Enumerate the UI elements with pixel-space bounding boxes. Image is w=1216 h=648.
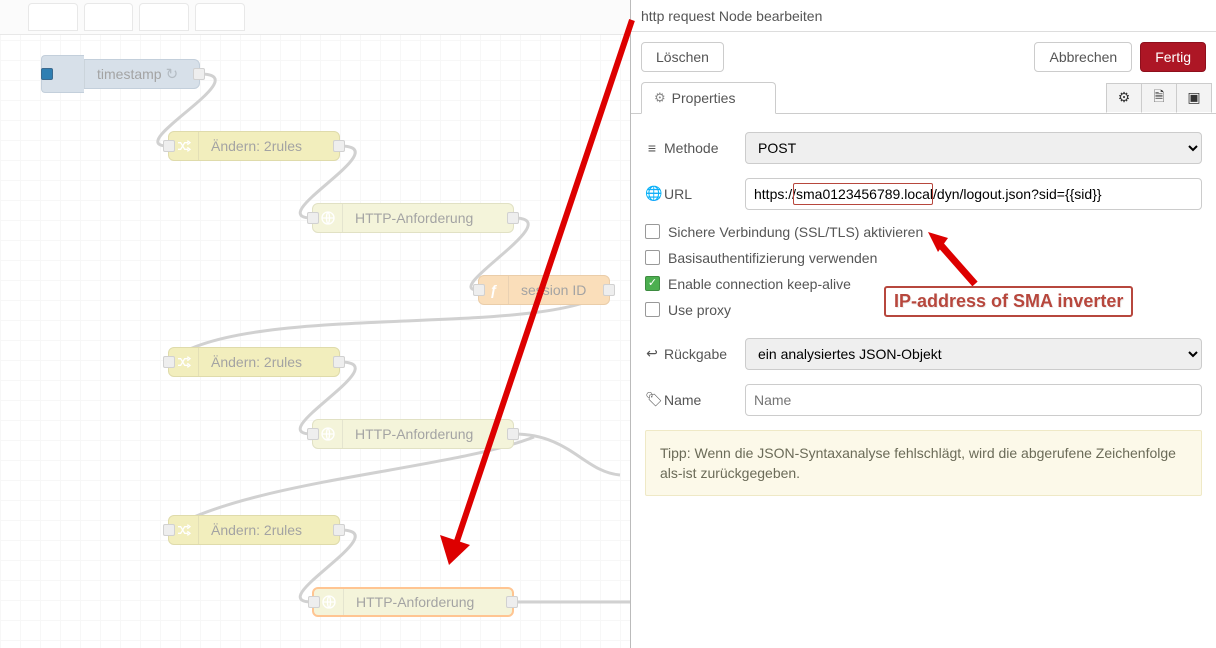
tls-checkbox-label: Sichere Verbindung (SSL/TLS) aktivieren bbox=[668, 224, 923, 240]
properties-tab[interactable]: ⚙ Properties bbox=[641, 82, 776, 114]
return-icon: ↩ bbox=[645, 345, 659, 362]
url-input[interactable] bbox=[745, 178, 1202, 210]
node-inject-timestamp[interactable]: ➡ timestamp↻ bbox=[54, 59, 200, 89]
tag-icon: 🏷 bbox=[645, 391, 659, 408]
keepalive-checkbox[interactable] bbox=[645, 276, 660, 291]
name-input[interactable] bbox=[745, 384, 1202, 416]
return-select[interactable]: ein analysiertes JSON-Objekt bbox=[745, 338, 1202, 370]
tip-box: Tipp: Wenn die JSON-Syntaxanalyse fehlsc… bbox=[645, 430, 1202, 497]
url-label: 🌐URL bbox=[645, 185, 745, 202]
flow-tab[interactable] bbox=[139, 3, 189, 31]
list-icon: ≡ bbox=[645, 140, 659, 156]
node-label: timestamp bbox=[97, 66, 162, 82]
flow-tabstrip bbox=[0, 0, 630, 35]
annotation-ip-label: IP-address of SMA inverter bbox=[884, 286, 1133, 317]
globe-icon: 🌐 bbox=[645, 185, 659, 202]
flow-canvas[interactable]: ➡ timestamp↻ Ändern: 2rules HTTP-Anforde… bbox=[0, 0, 630, 648]
name-label: 🏷Name bbox=[645, 391, 745, 408]
proxy-checkbox[interactable] bbox=[645, 302, 660, 317]
proxy-checkbox-label: Use proxy bbox=[668, 302, 731, 318]
method-label: ≡Methode bbox=[645, 140, 745, 156]
gear-icon: ⚙ bbox=[654, 90, 666, 106]
inject-deploy-marker bbox=[41, 68, 53, 80]
properties-tab-label: Properties bbox=[672, 90, 736, 106]
file-icon: 🗎 bbox=[1153, 86, 1164, 110]
appearance-tab-icon[interactable]: ▣ bbox=[1177, 83, 1212, 113]
node-label: HTTP-Anforderung bbox=[343, 426, 485, 442]
settings-tab-icon[interactable]: ⚙ bbox=[1106, 83, 1142, 113]
gear-icon: ⚙ bbox=[1118, 89, 1131, 106]
cancel-button[interactable]: Abbrechen bbox=[1034, 42, 1132, 72]
delete-button[interactable]: Löschen bbox=[641, 42, 724, 72]
flow-tab[interactable] bbox=[84, 3, 134, 31]
node-http-request[interactable]: HTTP-Anforderung bbox=[312, 203, 514, 233]
node-label: HTTP-Anforderung bbox=[344, 594, 486, 610]
edit-panel: http request Node bearbeiten Löschen Abb… bbox=[630, 0, 1216, 648]
node-label: Ändern: 2rules bbox=[199, 138, 314, 154]
flow-tab[interactable] bbox=[28, 3, 78, 31]
node-label: HTTP-Anforderung bbox=[343, 210, 485, 226]
node-label: Ändern: 2rules bbox=[199, 522, 314, 538]
node-function-sessionid[interactable]: ƒ session ID bbox=[478, 275, 610, 305]
keepalive-checkbox-label: Enable connection keep-alive bbox=[668, 276, 851, 292]
basicauth-checkbox-label: Basisauthentifizierung verwenden bbox=[668, 250, 877, 266]
node-change[interactable]: Ändern: 2rules bbox=[168, 515, 340, 545]
panel-title: http request Node bearbeiten bbox=[631, 0, 1216, 32]
node-label: Ändern: 2rules bbox=[199, 354, 314, 370]
return-label: ↩Rückgabe bbox=[645, 345, 745, 362]
node-change[interactable]: Ändern: 2rules bbox=[168, 131, 340, 161]
square-icon: ▣ bbox=[1187, 89, 1200, 106]
node-http-request[interactable]: HTTP-Anforderung bbox=[312, 419, 514, 449]
repeat-icon: ↻ bbox=[166, 66, 179, 83]
wires bbox=[0, 0, 630, 648]
docs-tab-icon[interactable]: 🗎 bbox=[1142, 83, 1177, 113]
node-label: session ID bbox=[509, 282, 598, 298]
node-change[interactable]: Ändern: 2rules bbox=[168, 347, 340, 377]
flow-tab[interactable] bbox=[195, 3, 245, 31]
done-button[interactable]: Fertig bbox=[1140, 42, 1206, 72]
basicauth-checkbox[interactable] bbox=[645, 250, 660, 265]
node-http-request-selected[interactable]: HTTP-Anforderung bbox=[312, 587, 514, 617]
tls-checkbox[interactable] bbox=[645, 224, 660, 239]
method-select[interactable]: POST bbox=[745, 132, 1202, 164]
